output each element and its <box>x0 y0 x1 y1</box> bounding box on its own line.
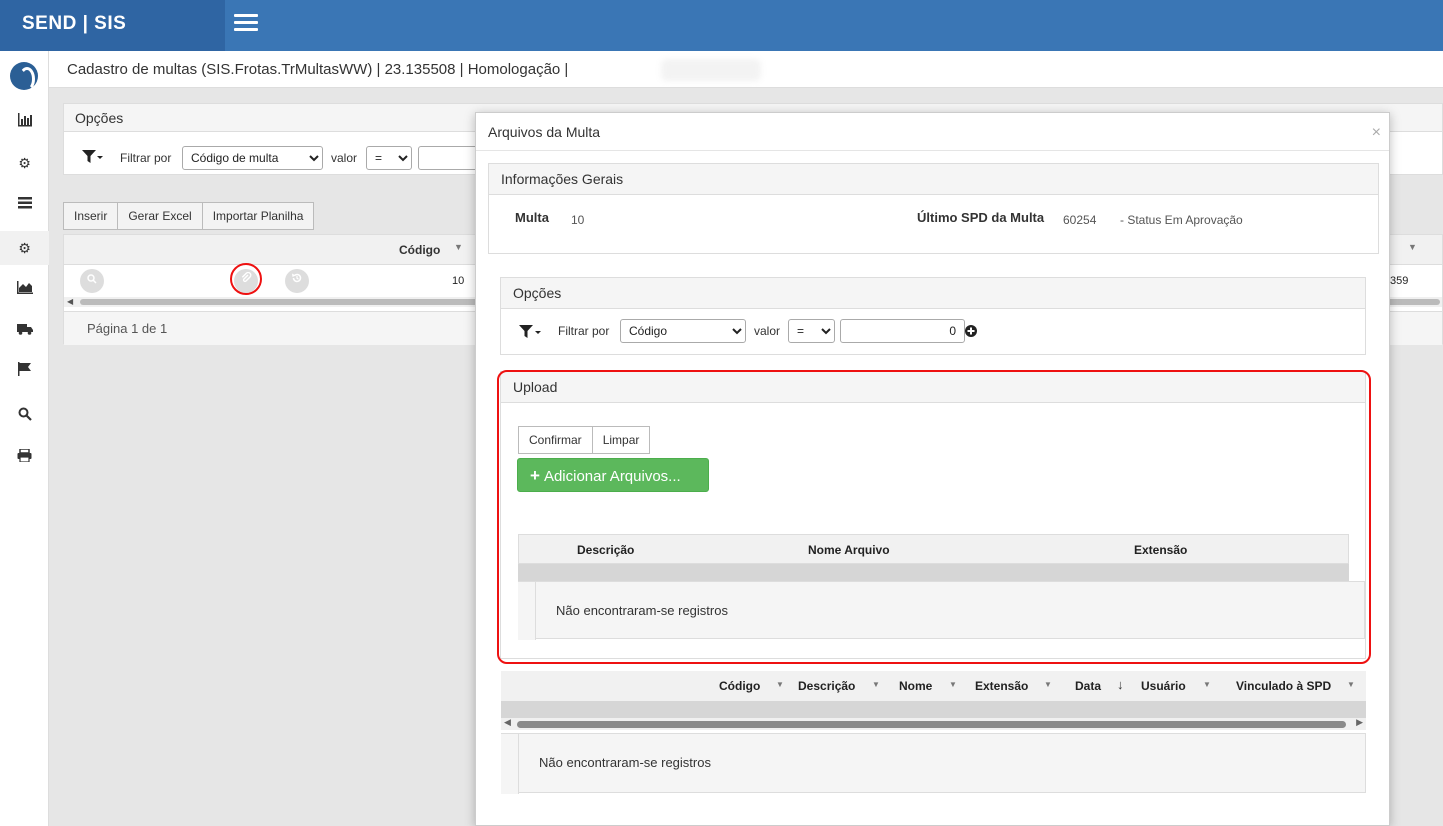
filter-by-label: Filtrar por <box>558 324 610 338</box>
close-icon[interactable]: × <box>1372 124 1381 142</box>
spd-value: 60254 <box>1063 213 1097 227</box>
sidebar: ⚙ ⚙ <box>0 51 49 826</box>
multa-label: Multa <box>515 210 549 225</box>
search-icon[interactable] <box>0 399 49 433</box>
filter-value-input[interactable] <box>418 146 478 170</box>
row-gutter <box>501 734 519 794</box>
filter-by-label: Filtrar por <box>120 151 172 165</box>
modal-options-title: Opções <box>501 278 1365 309</box>
modal-filter-value-input[interactable]: 0 <box>840 319 965 343</box>
sort-arrow-icon[interactable]: ▼ <box>1347 680 1355 689</box>
modal-title: Arquivos da Multa <box>488 124 601 140</box>
list-icon[interactable] <box>0 187 49 221</box>
highlight-box <box>497 370 1371 664</box>
sort-arrow-icon[interactable]: ▼ <box>949 680 957 689</box>
files-table-strip <box>501 701 1366 718</box>
spd-status: - Status Em Aprovação <box>1120 213 1243 227</box>
scroll-thumb[interactable] <box>517 721 1346 728</box>
attachments-modal: Arquivos da Multa × Informações Gerais M… <box>475 112 1390 826</box>
add-filter-icon[interactable] <box>965 325 977 340</box>
sort-arrow-icon[interactable]: ▼ <box>1203 680 1211 689</box>
column-header-codigo[interactable]: Código <box>399 243 440 257</box>
files-empty-message: Não encontraram-se registros <box>539 755 711 770</box>
files-empty-wrapper: Não encontraram-se registros <box>501 733 1366 794</box>
value-label: valor <box>331 151 358 165</box>
hamburger-menu-icon[interactable] <box>234 14 258 34</box>
multa-value: 10 <box>571 213 585 227</box>
scroll-left-arrow-icon[interactable]: ◀ <box>504 717 511 728</box>
column-header-descricao[interactable]: Descrição <box>798 679 855 693</box>
print-icon[interactable] <box>0 440 49 474</box>
general-info-panel: Informações Gerais Multa 10 Último SPD d… <box>488 163 1379 254</box>
column-header-data[interactable]: Data <box>1075 679 1101 693</box>
area-chart-icon[interactable] <box>0 272 49 306</box>
scroll-left-arrow-icon[interactable]: ◀ <box>67 297 73 306</box>
highlight-circle <box>230 263 262 295</box>
column-header-vinculado[interactable]: Vinculado à SPD <box>1236 679 1331 693</box>
grid-cell-codigo: 10 <box>452 275 465 287</box>
files-table: Código ▼ Descrição ▼ Nome ▼ Extensão ▼ D… <box>501 671 1366 795</box>
history-icon[interactable] <box>285 269 309 293</box>
insert-button[interactable]: Inserir <box>63 202 119 230</box>
logo-icon[interactable] <box>10 62 38 91</box>
sort-arrow-icon[interactable]: ▼ <box>1408 242 1417 252</box>
grid-cell-right: 359 <box>1390 275 1409 287</box>
modal-operator-select[interactable]: = <box>788 319 835 343</box>
truck-icon[interactable] <box>0 313 49 347</box>
sort-down-arrow-icon[interactable]: ↓ <box>1117 677 1124 692</box>
operator-select[interactable]: = <box>366 146 412 170</box>
files-horizontal-scrollbar[interactable]: ◀ ▶ <box>501 717 1366 730</box>
sort-arrow-icon[interactable]: ▼ <box>454 242 463 252</box>
value-label: valor <box>754 324 781 338</box>
column-header-extensao[interactable]: Extensão <box>975 679 1028 693</box>
column-header-nome[interactable]: Nome <box>899 679 932 693</box>
general-info-title: Informações Gerais <box>489 164 1378 195</box>
background-toolbar: Inserir Gerar Excel Importar Planilha <box>63 202 315 230</box>
view-row-icon[interactable] <box>80 269 104 293</box>
column-header-codigo[interactable]: Código <box>719 679 760 693</box>
flag-icon[interactable] <box>0 354 49 388</box>
filter-funnel-icon[interactable] <box>82 150 104 168</box>
modal-filter-field-select[interactable]: Código <box>620 319 746 343</box>
scroll-right-arrow-icon[interactable]: ▶ <box>1356 717 1363 728</box>
top-bar: SEND | SIS <box>0 0 1443 51</box>
modal-options-panel: Opções Filtrar por Código valor = 0 <box>500 277 1366 355</box>
modal-divider <box>476 150 1389 151</box>
sort-arrow-icon[interactable]: ▼ <box>872 680 880 689</box>
gears-icon[interactable]: ⚙ <box>0 231 49 265</box>
page-title: Cadastro de multas (SIS.Frotas.TrMultasW… <box>67 61 569 78</box>
bar-chart-icon[interactable] <box>0 105 49 139</box>
sort-arrow-icon[interactable]: ▼ <box>1044 680 1052 689</box>
redacted-text <box>661 59 761 81</box>
brand-logo[interactable]: SEND | SIS <box>0 0 225 51</box>
filter-field-select[interactable]: Código de multa <box>182 146 323 170</box>
spd-label: Último SPD da Multa <box>917 210 1045 225</box>
import-spreadsheet-button[interactable]: Importar Planilha <box>202 202 315 230</box>
sort-arrow-icon[interactable]: ▼ <box>776 680 784 689</box>
files-table-header: Código ▼ Descrição ▼ Nome ▼ Extensão ▼ D… <box>501 671 1366 701</box>
export-excel-button[interactable]: Gerar Excel <box>118 202 203 230</box>
gear-icon[interactable]: ⚙ <box>0 146 49 180</box>
column-header-usuario[interactable]: Usuário <box>1141 679 1186 693</box>
filter-funnel-icon[interactable] <box>519 325 543 343</box>
page-header: Cadastro de multas (SIS.Frotas.TrMultasW… <box>49 51 1443 88</box>
